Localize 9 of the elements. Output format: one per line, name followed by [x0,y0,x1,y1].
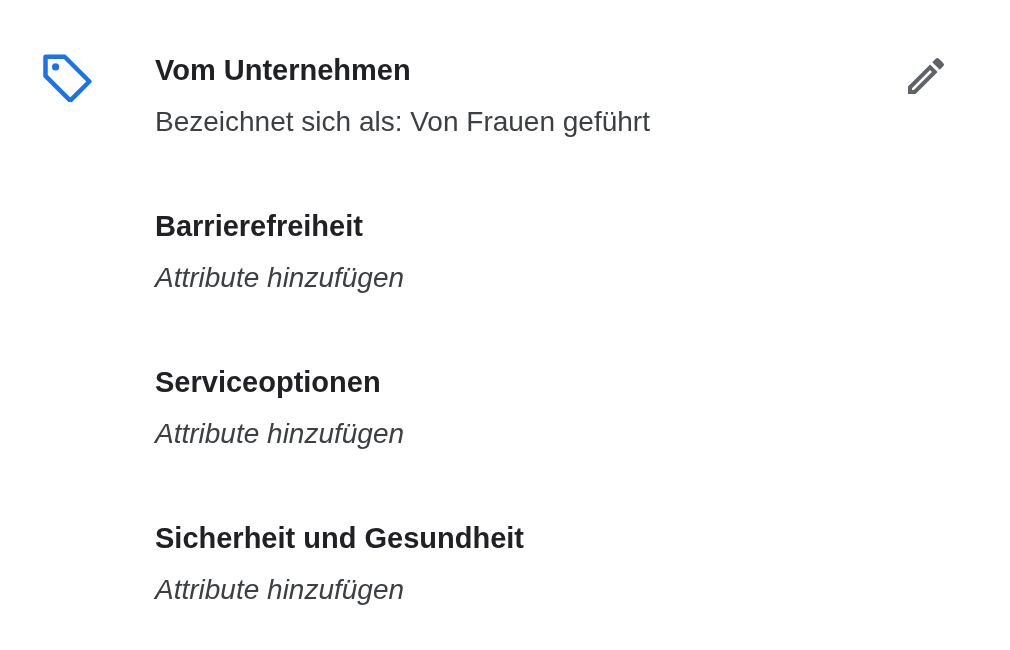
add-attributes-hint[interactable]: Attribute hinzufügen [155,258,900,298]
attribute-title: Sicherheit und Gesundheit [155,521,525,556]
attribute-title: Serviceoptionen [155,365,382,400]
attribute-title: Vom Unternehmen [155,53,412,88]
add-attributes-hint[interactable]: Attribute hinzufügen [155,570,900,610]
tag-icon [40,52,95,102]
attribute-value: Bezeichnet sich als: Von Frauen geführt [155,105,651,139]
attribute-title: Barrierefreiheit [155,209,364,244]
add-attributes-hint[interactable]: Attribute hinzufügen [155,414,900,454]
